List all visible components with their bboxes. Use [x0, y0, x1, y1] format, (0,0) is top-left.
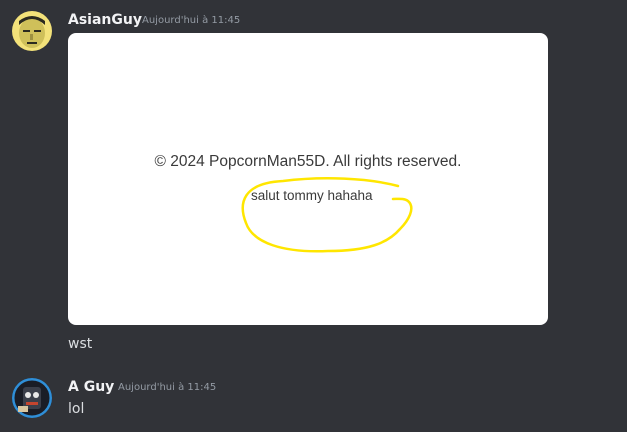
avatar-asianguy[interactable] — [12, 11, 52, 51]
avatar-a-guy[interactable] — [12, 378, 52, 418]
highlight-circle-drawing — [241, 177, 413, 253]
message-text: wst — [68, 336, 93, 352]
chat-messages: AsianGuy Aujourd'hui à 11:45 © 2024 Popc… — [0, 0, 627, 432]
message-timestamp: Aujourd'hui à 11:45 — [142, 15, 241, 26]
message-author[interactable]: A Guy — [68, 378, 114, 396]
message-text: lol — [68, 401, 85, 417]
image-attachment[interactable]: © 2024 PopcornMan55D. All rights reserve… — [68, 33, 548, 325]
message-author[interactable]: AsianGuy — [68, 11, 142, 29]
message-timestamp: Aujourd'hui à 11:45 — [118, 382, 217, 393]
